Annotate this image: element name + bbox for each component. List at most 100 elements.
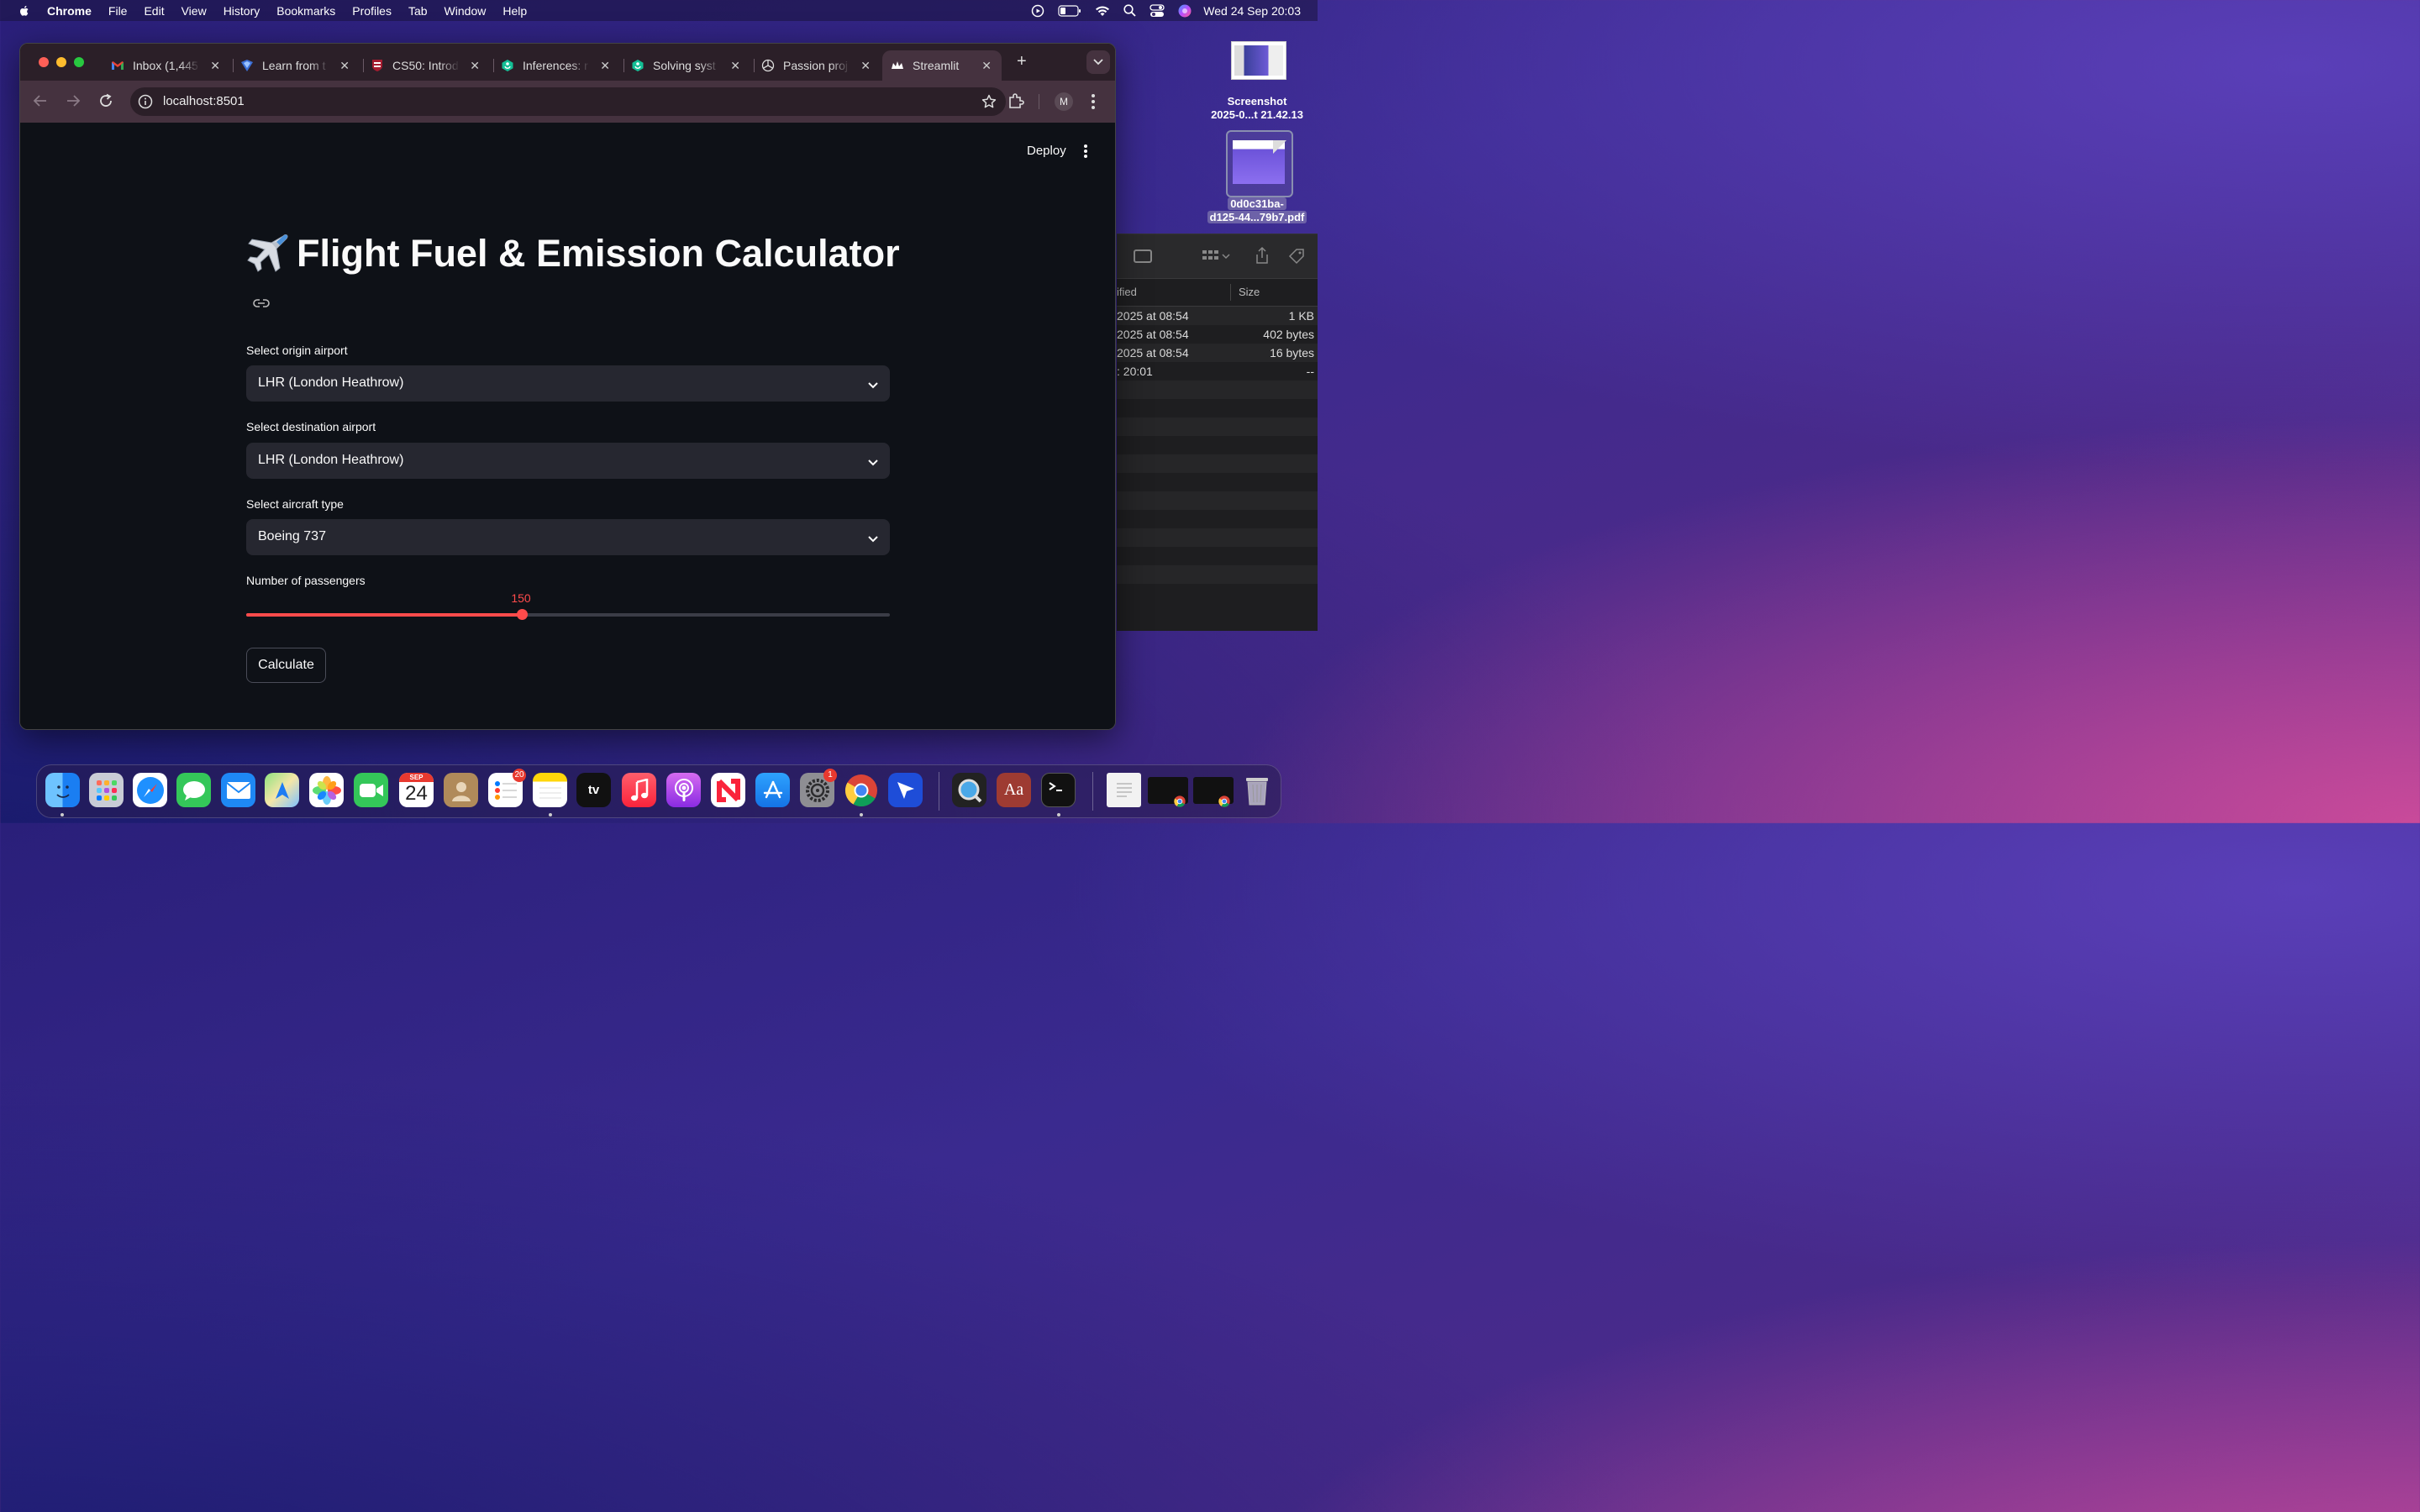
screenshot-file-label[interactable]: Screenshot 2025-0...t 21.42.13 <box>1202 95 1313 122</box>
calendar-app-icon[interactable]: SEP 24 <box>399 773 434 807</box>
facetime-app-icon[interactable] <box>354 773 388 807</box>
site-info-icon[interactable] <box>138 94 153 113</box>
back-button[interactable] <box>33 93 48 113</box>
menu-window[interactable]: Window <box>445 4 487 18</box>
menu-clock[interactable]: Wed 24 Sep 20:03 <box>1203 4 1301 18</box>
main-menu-icon[interactable] <box>1083 144 1088 163</box>
dictionary-label: Aa <box>1003 780 1024 799</box>
link-icon[interactable] <box>253 297 270 312</box>
tab-gmail[interactable]: Inbox (1,445 ✕ <box>111 50 220 81</box>
bookmark-star-icon[interactable] <box>981 94 997 113</box>
share-icon[interactable] <box>1255 246 1270 269</box>
menu-bookmarks[interactable]: Bookmarks <box>276 4 335 18</box>
gallery-view-icon[interactable] <box>1134 249 1152 263</box>
document-stack-icon[interactable] <box>1107 773 1141 807</box>
trash-icon[interactable] <box>1239 773 1274 807</box>
tab-search-button[interactable] <box>1086 50 1110 74</box>
play-icon[interactable] <box>1031 4 1044 18</box>
calculate-button[interactable]: Calculate <box>246 648 326 683</box>
new-tab-button[interactable]: + <box>1017 52 1027 71</box>
messages-app-icon[interactable] <box>176 773 211 807</box>
apple-tv-app-icon[interactable]: tv <box>576 773 611 807</box>
pdf-file-label[interactable]: 0d0c31ba- d125-44...79b7.pdf <box>1202 197 1313 224</box>
slider-thumb[interactable] <box>516 609 528 620</box>
close-tab-icon[interactable]: ✕ <box>210 59 220 73</box>
minimize-window-button[interactable] <box>56 57 66 67</box>
pdf-file-thumbnail[interactable] <box>1226 130 1293 197</box>
zoom-window-button[interactable] <box>74 57 84 67</box>
close-tab-icon[interactable]: ✕ <box>860 59 871 73</box>
apple-icon[interactable] <box>18 4 31 18</box>
chevron-down-icon <box>868 378 878 393</box>
tag-icon[interactable] <box>1288 248 1305 269</box>
finder-row[interactable]: 2025 at 08:54 1 KB <box>1117 307 1318 325</box>
reminders-badge: 20 <box>513 769 526 782</box>
podcasts-app-icon[interactable] <box>666 773 701 807</box>
siri-icon[interactable] <box>1178 4 1192 18</box>
destination-select[interactable]: LHR (London Heathrow) <box>246 443 890 479</box>
menu-app-chrome[interactable]: Chrome <box>47 4 92 18</box>
more-vertical-icon[interactable] <box>1091 93 1096 114</box>
close-tab-icon[interactable]: ✕ <box>339 59 350 73</box>
menu-file[interactable]: File <box>108 4 128 18</box>
passengers-label: Number of passengers <box>246 574 366 587</box>
finder-app-icon[interactable] <box>45 773 80 807</box>
origin-label: Select origin airport <box>246 344 348 357</box>
deploy-button[interactable]: Deploy <box>1027 144 1066 158</box>
tab-learn[interactable]: Learn from t ✕ <box>233 50 350 81</box>
tab-streamlit[interactable]: Streamlit ✕ <box>882 50 1002 81</box>
notes-app-icon[interactable] <box>533 773 567 807</box>
terminal-app-icon[interactable] <box>1041 773 1076 807</box>
tab-cs50[interactable]: CS50: Introd ✕ <box>363 50 480 81</box>
safari-app-icon[interactable] <box>133 773 167 807</box>
close-tab-icon[interactable]: ✕ <box>470 59 480 73</box>
screenshot-file-thumbnail[interactable] <box>1231 41 1286 80</box>
close-tab-icon[interactable]: ✕ <box>981 59 992 73</box>
wifi-icon[interactable] <box>1095 5 1110 17</box>
passengers-slider[interactable] <box>246 609 890 620</box>
menu-help[interactable]: Help <box>502 4 527 18</box>
forward-button[interactable] <box>66 93 81 113</box>
search-icon[interactable] <box>1123 4 1136 17</box>
aircraft-select[interactable]: Boeing 737 <box>246 519 890 555</box>
tab-inferences[interactable]: Inferences: r ✕ <box>493 50 610 81</box>
menu-profiles[interactable]: Profiles <box>352 4 392 18</box>
finder-row[interactable]: : 20:01 -- <box>1117 362 1318 381</box>
menu-history[interactable]: History <box>224 4 260 18</box>
control-center-icon[interactable] <box>1150 3 1165 18</box>
music-app-icon[interactable] <box>622 773 656 807</box>
origin-select[interactable]: LHR (London Heathrow) <box>246 365 890 402</box>
extensions-icon[interactable] <box>1007 92 1025 115</box>
profile-avatar[interactable]: M <box>1055 92 1073 111</box>
maps-app-icon[interactable] <box>265 773 299 807</box>
column-size[interactable]: Size <box>1239 286 1260 298</box>
reload-button[interactable] <box>98 93 113 113</box>
photos-app-icon[interactable] <box>309 773 344 807</box>
menu-tab[interactable]: Tab <box>408 4 428 18</box>
close-tab-icon[interactable]: ✕ <box>600 59 610 73</box>
group-icon[interactable] <box>1201 248 1231 269</box>
finder-window[interactable]: ified Size 2025 at 08:54 1 KB 2025 at 08:… <box>1117 234 1318 631</box>
pointer-app-icon[interactable] <box>888 773 923 807</box>
menu-view[interactable]: View <box>182 4 207 18</box>
battery-icon[interactable] <box>1058 4 1081 17</box>
dictionary-app-icon[interactable]: Aa <box>997 773 1031 807</box>
tab-solving-systems[interactable]: Solving syst ✕ <box>623 50 740 81</box>
quicktime-app-icon[interactable] <box>952 773 986 807</box>
address-bar[interactable]: localhost:8501 <box>130 87 1006 116</box>
column-date-modified[interactable]: ified <box>1117 286 1137 298</box>
news-app-icon[interactable] <box>711 773 745 807</box>
close-window-button[interactable] <box>39 57 49 67</box>
mail-app-icon[interactable] <box>221 773 255 807</box>
finder-row[interactable]: 2025 at 08:54 16 bytes <box>1117 344 1318 362</box>
app-store-icon[interactable] <box>755 773 790 807</box>
chrome-app-icon[interactable] <box>844 773 878 807</box>
contacts-app-icon[interactable] <box>444 773 478 807</box>
launchpad-app-icon[interactable] <box>89 773 124 807</box>
menu-edit[interactable]: Edit <box>144 4 164 18</box>
finder-row[interactable]: 2025 at 08:54 402 bytes <box>1117 325 1318 344</box>
tab-passion-project[interactable]: Passion proj ✕ <box>754 50 871 81</box>
close-tab-icon[interactable]: ✕ <box>730 59 740 73</box>
tab-title: CS50: Introd <box>392 59 459 72</box>
address-text[interactable]: localhost:8501 <box>163 94 245 108</box>
